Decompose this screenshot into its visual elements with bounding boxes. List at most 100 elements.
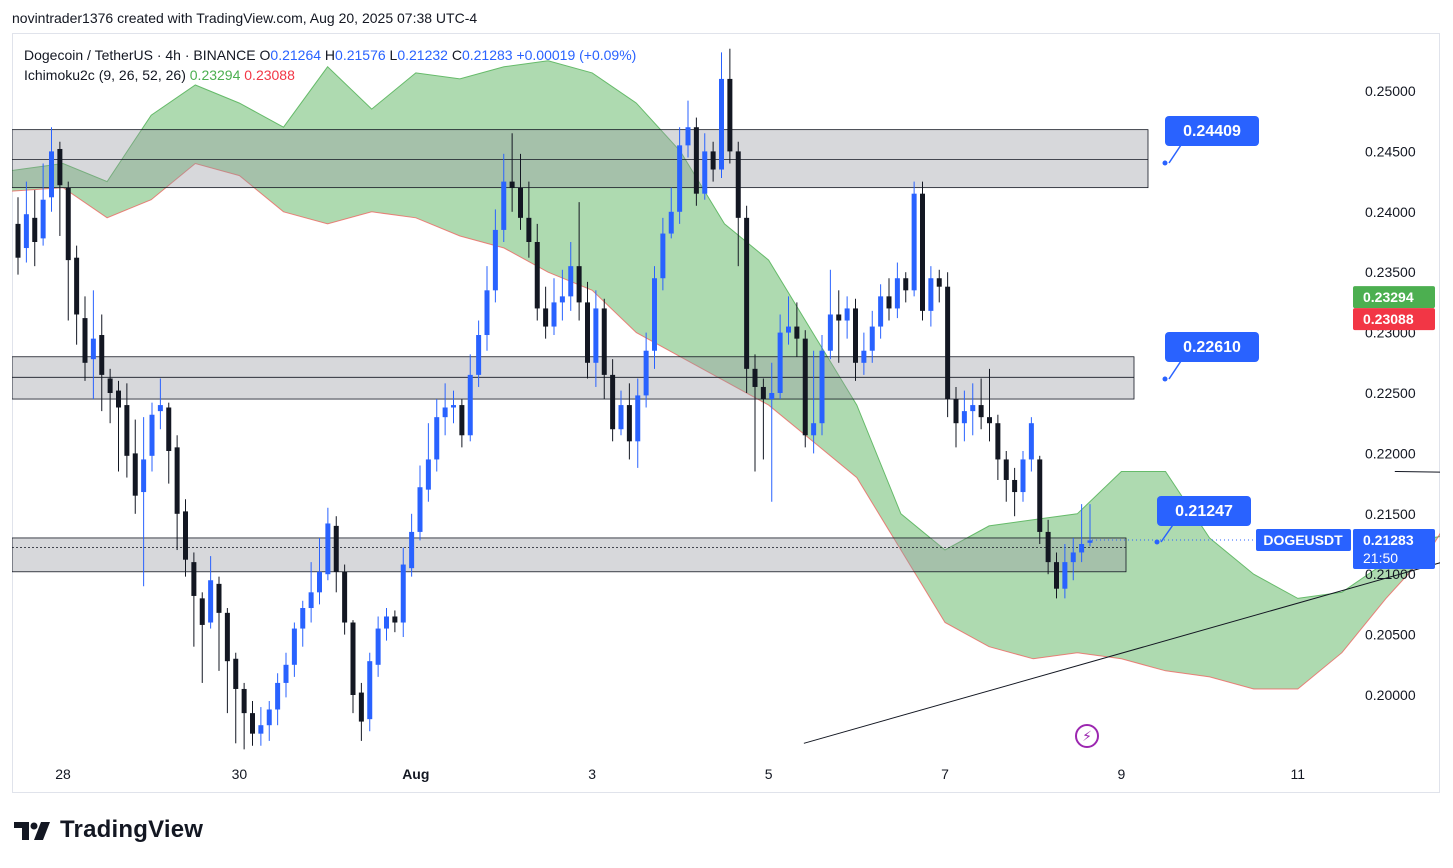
candle-body bbox=[191, 562, 197, 596]
candle-body bbox=[1012, 479, 1018, 493]
candle-body bbox=[1062, 562, 1068, 589]
candle-body bbox=[526, 217, 532, 242]
candle-body bbox=[585, 302, 590, 363]
lightning-icon[interactable]: ⚡ bbox=[1075, 724, 1099, 748]
candle-body bbox=[90, 338, 96, 360]
candle-body bbox=[350, 622, 356, 695]
candle-body bbox=[727, 78, 733, 152]
candle-body bbox=[1087, 540, 1093, 543]
candle-body bbox=[65, 187, 71, 261]
tv-logo-icon bbox=[14, 822, 50, 840]
y-tick-label: 0.24000 bbox=[1365, 204, 1416, 220]
candle-body bbox=[1079, 544, 1085, 553]
zone-box bbox=[12, 537, 1127, 573]
candle-body bbox=[660, 233, 666, 279]
candle-body bbox=[702, 151, 708, 194]
candle-body bbox=[434, 417, 440, 460]
callout-label: 0.24409 bbox=[1183, 123, 1241, 140]
candle-body bbox=[216, 583, 222, 613]
close-label: C bbox=[451, 47, 462, 63]
candle-body bbox=[652, 278, 657, 351]
candle-body bbox=[693, 127, 699, 194]
candle-body bbox=[635, 395, 641, 442]
y-tick-label: 0.24500 bbox=[1365, 143, 1416, 159]
y-tick-label: 0.25000 bbox=[1365, 83, 1416, 99]
candle-body bbox=[300, 608, 306, 629]
low-value: 0.21232 bbox=[397, 47, 448, 63]
candle-body bbox=[827, 314, 833, 351]
candle-body bbox=[794, 326, 800, 339]
candle-body bbox=[626, 405, 632, 442]
x-tick-label: 11 bbox=[1291, 766, 1306, 782]
candle-body bbox=[258, 725, 264, 734]
change-value: +0.00019 (+0.09%) bbox=[516, 47, 637, 63]
candle-body bbox=[961, 411, 967, 424]
candle-body bbox=[266, 709, 272, 726]
candle-body bbox=[107, 378, 113, 393]
candle-body bbox=[593, 308, 599, 363]
candle-body bbox=[643, 350, 649, 396]
last-price-label: 0.21283 bbox=[1363, 532, 1414, 548]
candle-body bbox=[367, 661, 373, 720]
x-tick-label: 7 bbox=[941, 766, 949, 782]
candle-body bbox=[183, 511, 188, 560]
candle-body bbox=[325, 523, 331, 575]
chart-caption: novintrader1376 created with TradingView… bbox=[12, 10, 478, 26]
x-tick-label: 9 bbox=[1118, 766, 1126, 782]
candle-body bbox=[760, 386, 766, 400]
candle-body bbox=[74, 257, 80, 315]
candle-body bbox=[543, 308, 549, 327]
candle-body bbox=[291, 628, 297, 665]
candle-body bbox=[32, 217, 38, 242]
chart-legend: Dogecoin / TetherUS · 4h · BINANCE O0.21… bbox=[24, 45, 636, 85]
candle-body bbox=[970, 405, 976, 412]
callout-label: 0.22610 bbox=[1183, 339, 1241, 356]
brand-name: TradingView bbox=[60, 816, 204, 843]
candle-body bbox=[903, 278, 909, 291]
y-tick-label: 0.23500 bbox=[1365, 264, 1416, 280]
price-chart[interactable]: 0.200000.205000.210000.215000.220000.225… bbox=[12, 33, 1440, 793]
support-line bbox=[1394, 471, 1440, 473]
indicator-value-a: 0.23294 bbox=[189, 67, 241, 83]
price-scale-labels: 0.23294 0.23088 DOGEUSDT 0.21283 21:50 bbox=[1256, 286, 1435, 570]
candle-body bbox=[358, 692, 364, 722]
candle-body bbox=[576, 266, 582, 303]
candle-body bbox=[442, 407, 448, 418]
candle-body bbox=[23, 214, 29, 249]
zone-box bbox=[12, 356, 1135, 400]
callout-anchor bbox=[1154, 539, 1160, 545]
candle-body bbox=[233, 658, 239, 689]
tradingview-logo[interactable]: TradingView bbox=[14, 816, 203, 844]
candle-body bbox=[476, 335, 482, 375]
candle-body bbox=[928, 278, 934, 311]
candle-body bbox=[752, 368, 758, 387]
candle-body bbox=[283, 664, 289, 683]
candle-body bbox=[978, 405, 984, 418]
candle-body bbox=[459, 405, 465, 436]
candle-body bbox=[400, 564, 406, 623]
y-tick-label: 0.20500 bbox=[1365, 627, 1416, 643]
x-tick-label: 5 bbox=[765, 766, 773, 782]
candle-body bbox=[1045, 531, 1051, 563]
indicator-b-tag-label: 0.23088 bbox=[1363, 311, 1414, 327]
candle-body bbox=[853, 308, 858, 363]
time-axis: 2830Aug35791113151719212325 bbox=[55, 766, 1306, 782]
x-tick-label: Aug bbox=[402, 766, 429, 782]
candle-body bbox=[1054, 562, 1059, 589]
candle-body bbox=[677, 145, 683, 212]
candle-body bbox=[719, 78, 724, 170]
y-tick-label: 0.20000 bbox=[1365, 687, 1416, 703]
zone-box bbox=[12, 129, 1149, 189]
y-tick-label: 0.22000 bbox=[1365, 445, 1416, 461]
candle-body bbox=[1037, 459, 1043, 532]
candle-body bbox=[384, 616, 389, 629]
candle-body bbox=[174, 447, 180, 514]
candle-body bbox=[149, 414, 155, 456]
candle-body bbox=[551, 302, 557, 327]
indicator-a-tag-label: 0.23294 bbox=[1363, 289, 1414, 305]
candle-body bbox=[987, 417, 992, 424]
y-tick-label: 0.21500 bbox=[1365, 506, 1416, 522]
candle-body bbox=[208, 580, 214, 623]
candle-body bbox=[802, 338, 808, 436]
candle-body bbox=[157, 405, 163, 412]
